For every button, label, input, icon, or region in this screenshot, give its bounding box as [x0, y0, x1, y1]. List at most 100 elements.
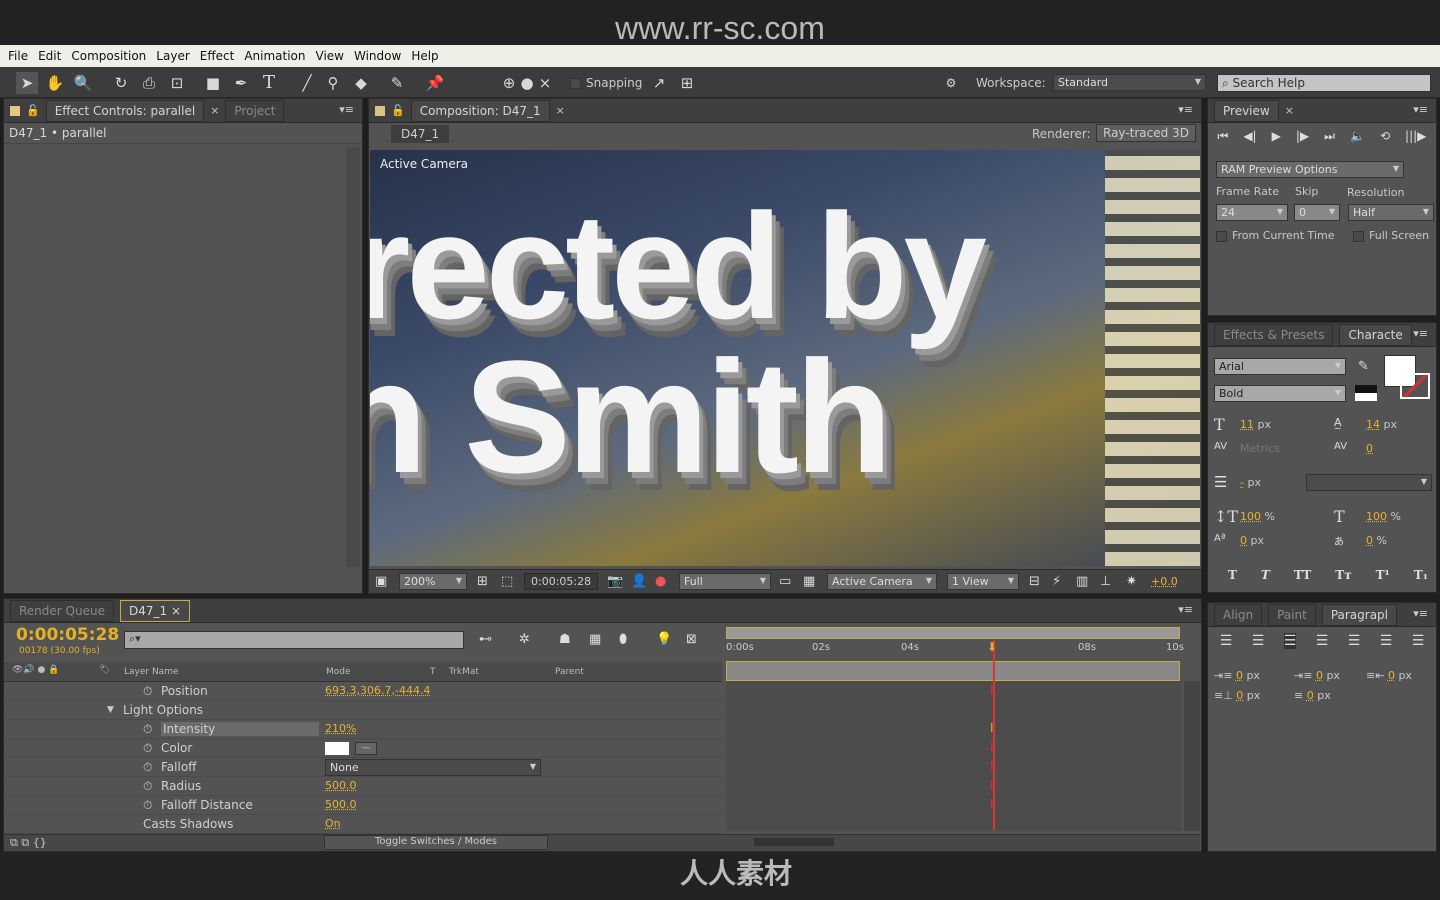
hide-shy-layers-icon[interactable]: ☗ [559, 632, 571, 647]
snapping-checkbox[interactable]: Snapping [570, 76, 642, 90]
skip-dropdown[interactable]: 0 [1294, 204, 1340, 221]
property-value[interactable]: 210% [325, 722, 356, 735]
property-row[interactable]: ⏱ Color — I [3, 739, 994, 758]
fast-previews-icon[interactable]: ▭ [779, 574, 791, 589]
stopwatch-icon[interactable]: ⏱ [143, 779, 152, 794]
property-row[interactable]: ⏱ Position 693.3,306.7,-444.4 I [3, 682, 994, 701]
tab-paragraph[interactable]: Paragrapl [1321, 603, 1398, 626]
property-row[interactable]: ⏱ Intensity 210% I [3, 720, 994, 739]
eyedropper-icon[interactable]: ✎ [1358, 359, 1369, 374]
toggle-pixel-aspect-icon[interactable]: ⊟ [1029, 574, 1040, 589]
stopwatch-icon[interactable]: ⏱ [143, 722, 152, 737]
property-value[interactable]: 500.0 [325, 798, 357, 811]
time-navigator[interactable] [726, 661, 1180, 681]
kerning-value[interactable]: Metrics [1240, 442, 1280, 455]
layer-switches-icon[interactable]: ⧉ ⧉ {} [10, 836, 47, 850]
space-after-value[interactable]: 0 [1307, 689, 1314, 702]
horizontal-scale-value[interactable]: 100 [1366, 510, 1387, 523]
color-swatch[interactable] [325, 742, 349, 755]
menu-window[interactable]: Window [354, 49, 401, 63]
exposure-icon[interactable]: ✷ [1126, 574, 1137, 589]
falloff-dropdown[interactable]: None [325, 759, 541, 776]
lock-icon[interactable]: 🔓 [391, 104, 405, 117]
column-mode[interactable]: Mode [326, 667, 351, 677]
justify-center-icon[interactable]: ☰ [1348, 633, 1361, 649]
property-value[interactable]: 693.3,306.7,-444.4 [325, 684, 430, 697]
tab-align[interactable]: Align [1214, 603, 1263, 626]
text-tool-icon[interactable]: T [258, 72, 280, 94]
expand-triangle-icon[interactable]: ▼ [107, 705, 114, 715]
channel-icon[interactable]: ● [655, 574, 666, 589]
panel-menu-icon[interactable]: ▾≡ [1413, 327, 1428, 340]
workspace-options-icon[interactable]: ⚙ [940, 72, 962, 94]
keyframe-marker-icon[interactable]: I [990, 740, 994, 754]
indent-left-value[interactable]: 0 [1236, 669, 1243, 682]
subscript-button[interactable]: T₁ [1414, 568, 1428, 582]
zoom-slider[interactable] [754, 838, 834, 846]
eraser-tool-icon[interactable]: ◆ [350, 72, 372, 94]
always-preview-icon[interactable]: ▣ [375, 574, 387, 589]
pen-tool-icon[interactable]: ✒ [230, 72, 252, 94]
menu-view[interactable]: View [316, 49, 344, 63]
rectangle-tool-icon[interactable]: ■ [202, 72, 224, 94]
current-timecode[interactable]: 0:00:05:28 [16, 625, 119, 645]
keyframe-marker-icon[interactable]: I [990, 778, 994, 792]
close-icon[interactable]: × [210, 104, 219, 117]
play-icon[interactable]: ▶ [1272, 129, 1281, 144]
region-of-interest-icon[interactable]: ⬚ [501, 574, 513, 589]
first-frame-icon[interactable]: ⏮ [1218, 129, 1229, 144]
align-left-icon[interactable]: ☰ [1220, 633, 1233, 649]
menu-file[interactable]: File [8, 49, 28, 63]
eyedropper-icon[interactable]: — [355, 742, 377, 755]
column-parent[interactable]: Parent [555, 667, 584, 677]
stroke-color-swatch[interactable] [1400, 373, 1430, 399]
layer-search-input[interactable]: ⌕▾ [124, 631, 464, 649]
justify-all-icon[interactable]: ☰ [1412, 633, 1425, 649]
previous-frame-icon[interactable]: ◀| [1243, 129, 1256, 144]
ram-preview-options-dropdown[interactable]: RAM Preview Options [1216, 161, 1404, 178]
view-axis-icon[interactable]: ⨯ [534, 72, 556, 94]
stopwatch-icon[interactable]: ⏱ [143, 798, 152, 813]
draft-3d-icon[interactable]: ✲ [519, 632, 530, 647]
flowchart-icon[interactable]: ⊥ [1100, 574, 1111, 589]
tracking-value[interactable]: 0 [1366, 442, 1373, 455]
panel-menu-icon[interactable]: ▾≡ [1413, 103, 1428, 116]
indent-right-value[interactable]: 0 [1388, 669, 1395, 682]
fit-icon[interactable]: ⊞ [477, 574, 488, 589]
renderer-button[interactable]: Ray-traced 3D [1096, 124, 1196, 142]
pan-behind-tool-icon[interactable]: ⊡ [166, 72, 188, 94]
justify-right-icon[interactable]: ☰ [1380, 633, 1393, 649]
toggle-switches-modes-button[interactable]: Toggle Switches / Modes [324, 835, 548, 850]
align-right-icon[interactable]: ☰ [1283, 633, 1297, 649]
graph-editor-icon[interactable]: ⊠ [686, 632, 697, 647]
snapshot-icon[interactable]: 📷 [607, 574, 623, 589]
property-row[interactable]: ⏱ Falloff None I [3, 758, 994, 777]
keyframe-marker-icon[interactable]: I [990, 759, 994, 773]
font-style-dropdown[interactable]: Bold [1214, 385, 1346, 402]
current-time-button[interactable]: 0:00:05:28 [524, 573, 599, 590]
indent-first-value[interactable]: 0 [1316, 669, 1323, 682]
work-area-bar[interactable] [726, 627, 1180, 639]
playhead-handle-icon[interactable]: ⬇ [987, 640, 997, 654]
exposure-value[interactable]: +0.0 [1151, 575, 1178, 588]
stopwatch-icon[interactable]: ⏱ [143, 684, 152, 699]
column-trkmat[interactable]: TrkMat [449, 667, 479, 677]
close-icon[interactable]: × [556, 104, 565, 117]
stroke-width-value[interactable]: - [1240, 476, 1244, 489]
puppet-pin-tool-icon[interactable]: 📌 [424, 72, 446, 94]
leading-value[interactable]: 14 [1366, 418, 1380, 431]
tab-paint[interactable]: Paint [1268, 603, 1316, 626]
brainstorm-icon[interactable]: 💡 [656, 632, 672, 647]
column-t[interactable]: T [430, 667, 436, 677]
tab-composition[interactable]: Composition: D47_1 [410, 99, 550, 122]
menu-composition[interactable]: Composition [71, 49, 146, 63]
menu-edit[interactable]: Edit [38, 49, 61, 63]
timeline-icon[interactable]: ▥ [1076, 574, 1088, 589]
keyframe-marker-icon[interactable]: I [990, 797, 994, 811]
align-center-icon[interactable]: ☰ [1252, 633, 1265, 649]
next-frame-icon[interactable]: |▶ [1296, 129, 1309, 144]
tab-preview[interactable]: Preview [1214, 99, 1279, 122]
property-row[interactable]: ⏱ Falloff Distance 500.0 I [3, 796, 994, 815]
clone-stamp-tool-icon[interactable]: ⚲ [322, 72, 344, 94]
tab-effect-controls[interactable]: Effect Controls: parallel [45, 99, 205, 122]
